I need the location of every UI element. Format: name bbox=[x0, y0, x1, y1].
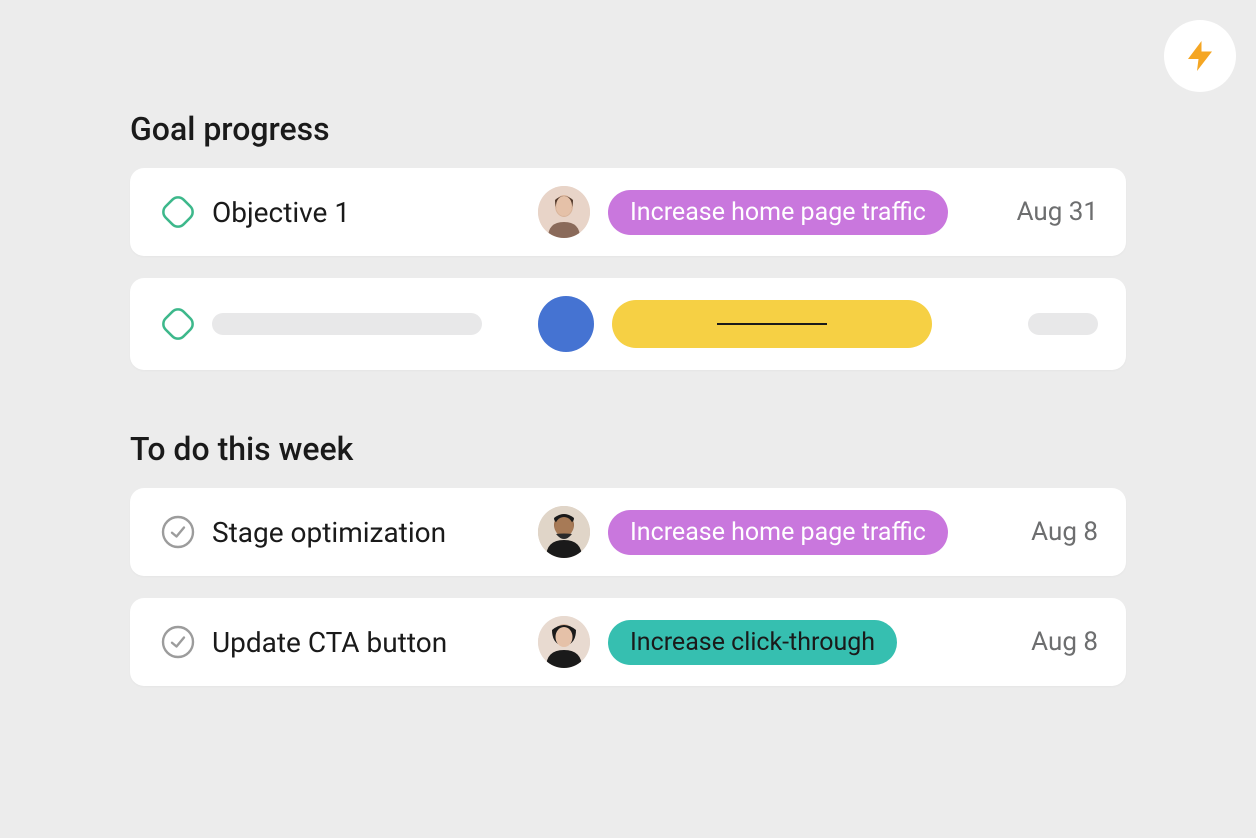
task-title: Stage optimization bbox=[212, 516, 446, 549]
due-date: Aug 31 bbox=[1017, 197, 1098, 227]
goal-diamond-icon bbox=[158, 304, 198, 344]
avatar-person-icon bbox=[538, 506, 590, 558]
card-title-area bbox=[158, 304, 538, 344]
due-date: Aug 8 bbox=[1031, 627, 1098, 657]
dashboard-container: Goal progress Objective 1 bbox=[0, 0, 1256, 686]
card-title-area: Objective 1 bbox=[158, 192, 538, 232]
card-title-area: Stage optimization bbox=[158, 512, 538, 552]
goal-card[interactable]: Objective 1 Increase home page traffic A… bbox=[130, 168, 1126, 256]
task-card[interactable]: Update CTA button Increase click-through… bbox=[130, 598, 1126, 686]
avatar[interactable] bbox=[538, 186, 590, 238]
task-card[interactable]: Stage optimization Increase home page tr… bbox=[130, 488, 1126, 576]
goal-diamond-icon bbox=[158, 192, 198, 232]
tag-pill[interactable]: Increase home page traffic bbox=[608, 190, 948, 235]
check-circle-icon[interactable] bbox=[158, 622, 198, 662]
avatar-person-icon bbox=[538, 186, 590, 238]
due-date: Aug 8 bbox=[1031, 517, 1098, 547]
skeleton-title bbox=[212, 313, 482, 335]
task-title: Update CTA button bbox=[212, 626, 447, 659]
todo-section: To do this week Stage optimization bbox=[130, 430, 1126, 686]
goal-title: Objective 1 bbox=[212, 196, 350, 229]
avatar[interactable] bbox=[538, 506, 590, 558]
goal-progress-section: Goal progress Objective 1 bbox=[130, 110, 1126, 370]
avatar-person-icon bbox=[538, 616, 590, 668]
skeleton-tag bbox=[612, 300, 932, 348]
avatar[interactable] bbox=[538, 616, 590, 668]
card-title-area: Update CTA button bbox=[158, 622, 538, 662]
check-circle-icon[interactable] bbox=[158, 512, 198, 552]
lightning-icon bbox=[1182, 38, 1218, 74]
skeleton-date bbox=[1028, 313, 1098, 335]
todo-title: To do this week bbox=[130, 430, 1126, 468]
avatar-placeholder bbox=[538, 296, 594, 352]
tag-pill[interactable]: Increase home page traffic bbox=[608, 510, 948, 555]
tag-pill[interactable]: Increase click-through bbox=[608, 620, 897, 665]
goal-progress-title: Goal progress bbox=[130, 110, 1126, 148]
goal-card-skeleton bbox=[130, 278, 1126, 370]
lightning-badge bbox=[1164, 20, 1236, 92]
